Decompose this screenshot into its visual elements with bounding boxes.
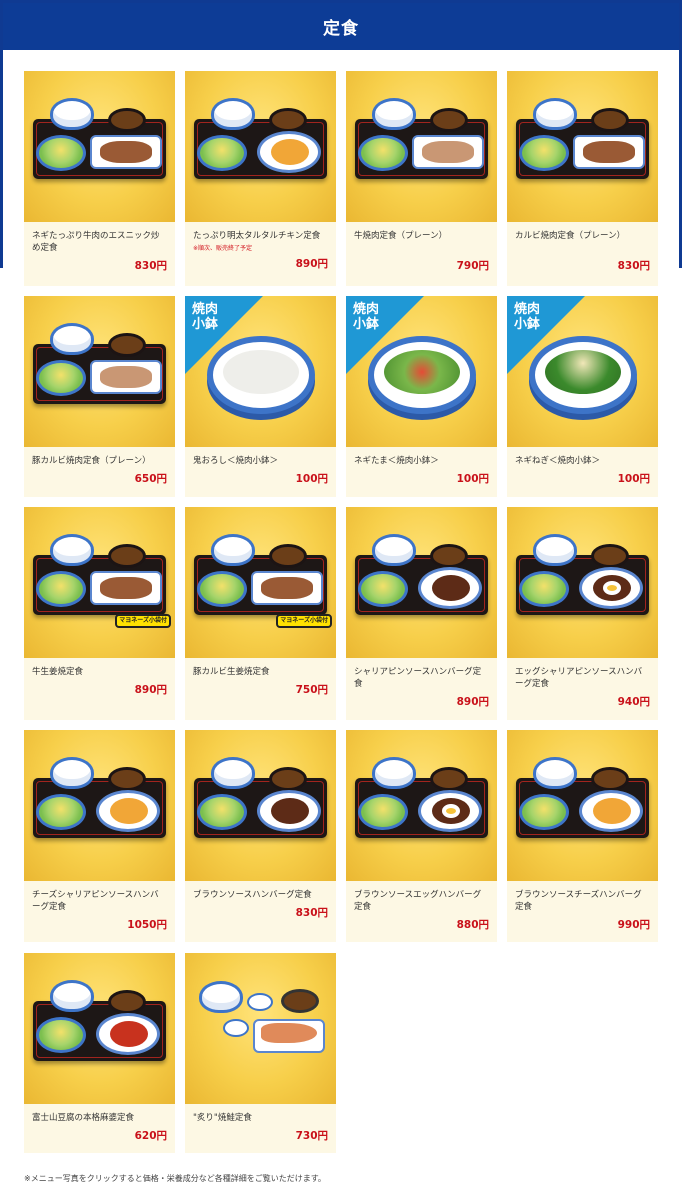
menu-photo[interactable] xyxy=(185,71,336,222)
menu-name: ブラウンソースチーズハンバーグ定食 xyxy=(515,890,642,912)
menu-photo[interactable] xyxy=(185,953,336,1104)
menu-name: エッグシャリアピンソースハンバーグ定食 xyxy=(515,667,643,689)
menu-photo[interactable] xyxy=(24,730,175,881)
menu-panel: ネギたっぷり牛肉のエスニック炒め定食 830円 たっぷり明太タルタルチキン定食 … xyxy=(3,50,679,1200)
menu-name: 富士山豆腐の本格麻婆定食 xyxy=(32,1113,135,1123)
mayo-tag: マヨネーズ小袋付 xyxy=(276,614,332,628)
menu-name: カルビ焼肉定食（プレーン） xyxy=(515,231,626,241)
menu-photo[interactable] xyxy=(346,71,497,222)
menu-name: チーズシャリアピンソースハンバーグ定食 xyxy=(32,890,159,912)
menu-card[interactable]: 富士山豆腐の本格麻婆定食 620円 xyxy=(24,953,175,1153)
menu-name: ネギたま＜焼肉小鉢＞ xyxy=(354,456,439,466)
menu-price: 890円 xyxy=(456,696,489,708)
menu-photo[interactable] xyxy=(346,507,497,658)
menu-card[interactable]: "炙り"焼鮭定食 730円 xyxy=(185,953,336,1153)
menu-card[interactable]: ブラウンソースチーズハンバーグ定食 990円 xyxy=(507,730,658,942)
menu-name: 豚カルビ焼肉定食（プレーン） xyxy=(32,456,151,466)
menu-photo[interactable] xyxy=(24,296,175,447)
menu-photo[interactable] xyxy=(507,71,658,222)
page-title: 定食 xyxy=(3,3,679,50)
menu-price: 940円 xyxy=(617,696,650,708)
menu-card[interactable]: カルビ焼肉定食（プレーン） 830円 xyxy=(507,71,658,286)
menu-price: 880円 xyxy=(456,919,489,931)
menu-name: ブラウンソースハンバーグ定食 xyxy=(193,890,312,900)
menu-photo[interactable] xyxy=(185,730,336,881)
menu-name: ネギたっぷり牛肉のエスニック炒め定食 xyxy=(32,231,160,253)
menu-price: 100円 xyxy=(295,473,328,485)
badge-label: 焼肉小鉢 xyxy=(192,302,219,332)
badge-label: 焼肉小鉢 xyxy=(514,302,541,332)
menu-card[interactable]: シャリアピンソースハンバーグ定食 890円 xyxy=(346,507,497,720)
menu-card[interactable]: 焼肉小鉢 ネギねぎ＜焼肉小鉢＞ 100円 xyxy=(507,296,658,497)
menu-card[interactable]: 牛焼肉定食（プレーン） 790円 xyxy=(346,71,497,286)
menu-name: 鬼おろし＜焼肉小鉢＞ xyxy=(193,456,279,466)
menu-price: 790円 xyxy=(456,260,489,272)
menu-card[interactable]: 焼肉小鉢 鬼おろし＜焼肉小鉢＞ 100円 xyxy=(185,296,336,497)
menu-name: 豚カルビ生姜焼定食 xyxy=(193,667,270,677)
menu-photo[interactable]: 焼肉小鉢 xyxy=(507,296,658,447)
menu-photo[interactable]: マヨネーズ小袋付 xyxy=(24,507,175,658)
menu-card[interactable]: チーズシャリアピンソースハンバーグ定食 1050円 xyxy=(24,730,175,942)
menu-photo[interactable]: 焼肉小鉢 xyxy=(185,296,336,447)
menu-card[interactable]: 焼肉小鉢 ネギたま＜焼肉小鉢＞ 100円 xyxy=(346,296,497,497)
menu-price: 750円 xyxy=(295,684,328,696)
menu-name: 牛焼肉定食（プレーン） xyxy=(354,231,448,241)
menu-photo[interactable] xyxy=(24,71,175,222)
menu-price: 100円 xyxy=(456,473,489,485)
menu-name: ネギねぎ＜焼肉小鉢＞ xyxy=(515,456,601,466)
menu-name: "炙り"焼鮭定食 xyxy=(193,1113,252,1123)
menu-card[interactable]: たっぷり明太タルタルチキン定食 ※順次、販売終了予定 890円 xyxy=(185,71,336,286)
menu-photo[interactable] xyxy=(507,507,658,658)
menu-card[interactable]: ネギたっぷり牛肉のエスニック炒め定食 830円 xyxy=(24,71,175,286)
footnote: ※メニュー写真をクリックすると価格・栄養成分など各種詳細をご覧いただけます。 xyxy=(24,1174,326,1183)
menu-card[interactable]: ブラウンソースハンバーグ定食 830円 xyxy=(185,730,336,942)
menu-price: 730円 xyxy=(295,1130,328,1142)
menu-note: ※順次、販売終了予定 xyxy=(193,245,253,252)
menu-price: 100円 xyxy=(617,473,650,485)
menu-photo[interactable] xyxy=(24,953,175,1104)
menu-name: ブラウンソースエッグハンバーグ定食 xyxy=(354,890,482,912)
menu-name: シャリアピンソースハンバーグ定食 xyxy=(354,667,482,689)
badge-label: 焼肉小鉢 xyxy=(353,302,380,332)
menu-card[interactable]: エッグシャリアピンソースハンバーグ定食 940円 xyxy=(507,507,658,720)
menu-name: 牛生姜焼定食 xyxy=(32,667,84,677)
menu-price: 830円 xyxy=(295,907,328,919)
menu-photo[interactable]: 焼肉小鉢 xyxy=(346,296,497,447)
menu-card[interactable]: マヨネーズ小袋付 牛生姜焼定食 890円 xyxy=(24,507,175,720)
menu-price: 890円 xyxy=(295,258,328,270)
menu-price: 620円 xyxy=(134,1130,167,1142)
menu-photo[interactable]: マヨネーズ小袋付 xyxy=(185,507,336,658)
menu-name: たっぷり明太タルタルチキン定食 xyxy=(193,231,321,241)
menu-photo[interactable] xyxy=(346,730,497,881)
menu-card[interactable]: マヨネーズ小袋付 豚カルビ生姜焼定食 750円 xyxy=(185,507,336,720)
mayo-tag: マヨネーズ小袋付 xyxy=(115,614,171,628)
menu-card[interactable]: 豚カルビ焼肉定食（プレーン） 650円 xyxy=(24,296,175,497)
menu-price: 830円 xyxy=(134,260,167,272)
menu-price: 1050円 xyxy=(127,919,167,931)
menu-price: 990円 xyxy=(617,919,650,931)
menu-card[interactable]: ブラウンソースエッグハンバーグ定食 880円 xyxy=(346,730,497,942)
menu-photo[interactable] xyxy=(507,730,658,881)
menu-price: 650円 xyxy=(134,473,167,485)
menu-price: 830円 xyxy=(617,260,650,272)
menu-price: 890円 xyxy=(134,684,167,696)
